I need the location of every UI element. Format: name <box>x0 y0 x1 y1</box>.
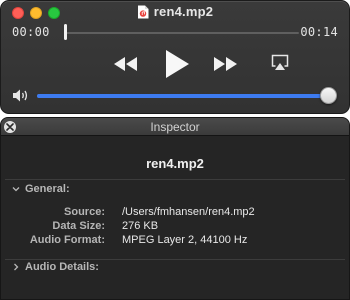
info-row-data-size: Data Size: 276 KB <box>1 220 349 234</box>
volume-slider-handle[interactable] <box>320 87 337 104</box>
window-title-bar: ren4.mp2 <box>1 4 349 19</box>
fast-forward-icon[interactable] <box>213 56 238 72</box>
inspector-title-bar: Inspector <box>1 118 349 136</box>
info-label: Data Size: <box>52 220 105 232</box>
elapsed-time: 00:00 <box>12 25 50 39</box>
desktop-stage: ren4.mp2 00:00 00:14 Inspector ren4.mp2 … <box>0 0 350 300</box>
speaker-volume-icon[interactable] <box>12 88 31 103</box>
total-time: 00:14 <box>300 25 338 39</box>
audio-details-section-label: Audio Details: <box>25 261 99 273</box>
inspector-window: Inspector ren4.mp2 General: Source: /Use… <box>0 117 350 300</box>
general-section-toggle[interactable]: General: <box>12 183 70 195</box>
info-row-audio-format: Audio Format: MPEG Layer 2, 44100 Hz <box>1 234 349 248</box>
inspector-title: Inspector <box>150 120 200 134</box>
audio-details-section-toggle[interactable]: Audio Details: <box>12 261 99 273</box>
info-value: MPEG Layer 2, 44100 Hz <box>122 234 248 246</box>
info-value: /Users/fmhansen/ren4.mp2 <box>122 206 255 218</box>
info-row-source: Source: /Users/fmhansen/ren4.mp2 <box>1 206 349 220</box>
audio-file-icon <box>137 5 149 18</box>
airplay-icon[interactable] <box>271 54 289 71</box>
chevron-down-icon <box>12 187 20 192</box>
volume-slider-track[interactable] <box>37 94 327 98</box>
player-window: ren4.mp2 00:00 00:14 <box>0 0 350 114</box>
info-label: Source: <box>64 206 105 218</box>
info-value: 276 KB <box>122 220 159 232</box>
play-icon[interactable] <box>164 49 190 79</box>
info-label: Audio Format: <box>29 234 105 246</box>
playhead-handle[interactable] <box>64 24 67 40</box>
volume-level-fill <box>37 94 322 98</box>
section-divider <box>5 179 345 180</box>
playback-scrubber-track[interactable] <box>65 32 299 34</box>
window-title: ren4.mp2 <box>153 4 214 19</box>
inspector-file-name: ren4.mp2 <box>146 156 204 171</box>
rewind-icon[interactable] <box>113 56 138 72</box>
section-divider <box>5 259 345 260</box>
chevron-right-icon <box>14 263 19 271</box>
general-section-label: General: <box>25 183 70 195</box>
